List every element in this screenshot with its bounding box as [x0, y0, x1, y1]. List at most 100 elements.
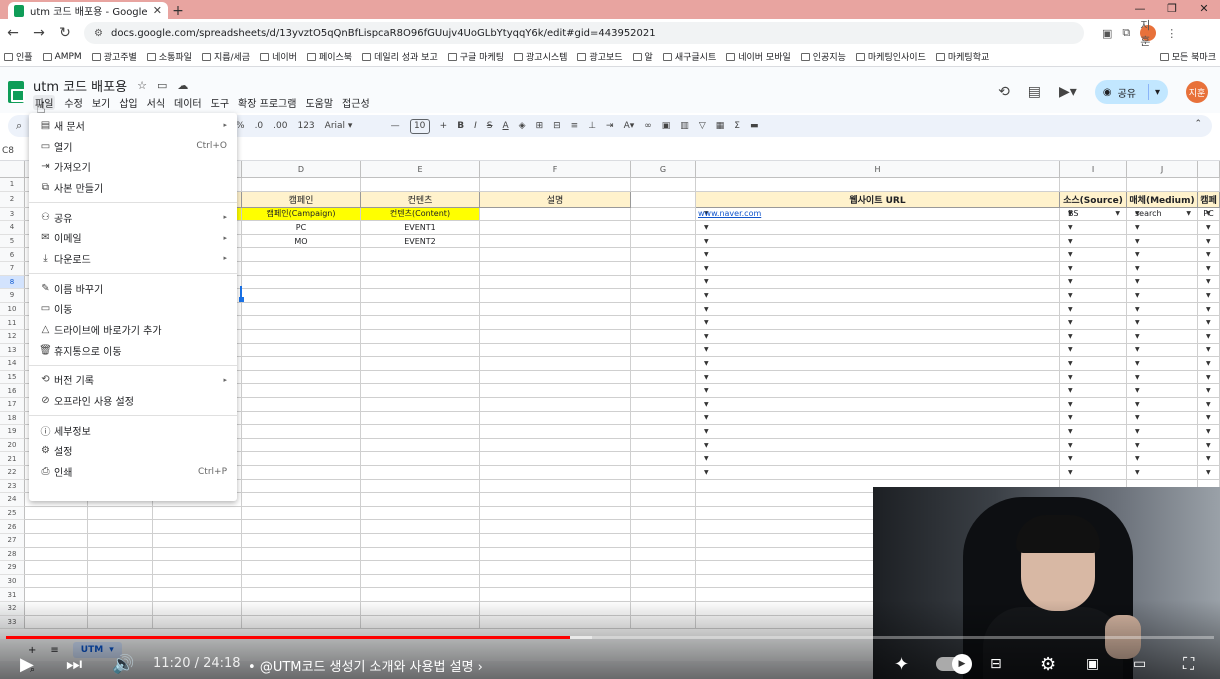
dropdown-arrow-icon[interactable]: ▼ [1135, 387, 1140, 394]
grid-cell[interactable]: ▼ [696, 452, 1060, 466]
grid-cell[interactable] [242, 574, 361, 589]
theater-mode-icon[interactable]: ▭ [1133, 649, 1146, 679]
grid-cell[interactable]: ▼ [1127, 370, 1198, 385]
cloud-icon[interactable]: ☁ [177, 79, 188, 92]
source-dropdown[interactable]: BS ▼ [1060, 207, 1127, 222]
file-menu-item[interactable]: ⊘ 오프라인 사용 설정 [29, 390, 237, 411]
font-size-decrease-icon[interactable]: — [391, 121, 400, 131]
grid-cell[interactable] [1198, 178, 1220, 192]
kebab-menu-icon[interactable]: ⋮ [1166, 27, 1177, 40]
dropdown-arrow-icon[interactable]: ▼ [1068, 238, 1073, 245]
grid-cell[interactable]: ▼ [1127, 425, 1198, 439]
grid-cell[interactable] [88, 520, 153, 534]
dropdown-arrow-icon[interactable]: ▼ [704, 333, 709, 340]
url-input[interactable]: ⚙ docs.google.com/spreadsheets/d/13yvztO… [84, 22, 1084, 44]
row-header[interactable]: 14 [0, 357, 25, 371]
filter-icon[interactable]: ▽ [699, 121, 706, 131]
grid-cell[interactable]: ▼ [696, 384, 1060, 398]
dropdown-arrow-icon[interactable]: ▼ [1068, 428, 1073, 435]
grid-cell[interactable]: ▼ [1127, 438, 1198, 453]
row-header[interactable]: 16 [0, 384, 25, 398]
grid-cell[interactable] [361, 330, 480, 344]
grid-cell[interactable] [631, 330, 696, 344]
grid-cell[interactable]: ▼ [1127, 398, 1198, 412]
grid-cell[interactable] [480, 411, 631, 426]
dropdown-arrow-icon[interactable]: ▼ [1135, 455, 1140, 462]
grid-cell[interactable] [480, 234, 631, 249]
grid-cell[interactable]: ▼ [696, 438, 1060, 453]
grid-cell[interactable]: ▼ [1127, 357, 1198, 371]
grid-cell[interactable]: ▼ [1127, 343, 1198, 358]
grid-cell[interactable] [242, 411, 361, 426]
grid-cell[interactable]: ▼ [1060, 370, 1127, 385]
grid-cell[interactable] [361, 466, 480, 480]
grid-cell[interactable] [631, 438, 696, 453]
grid-cell[interactable] [631, 479, 696, 494]
grid-cell[interactable] [480, 520, 631, 534]
row-header[interactable]: 28 [0, 547, 25, 562]
header-content[interactable]: 컨텐츠 [361, 191, 480, 208]
grid-cell[interactable]: ▼ [1198, 411, 1220, 426]
grid-cell[interactable] [480, 302, 631, 317]
row-header[interactable]: 25 [0, 506, 25, 521]
grid-cell[interactable]: ▼ [1060, 248, 1127, 262]
dropdown-arrow-icon[interactable]: ▼ [1206, 442, 1211, 449]
dropdown-arrow-icon[interactable]: ▼ [1068, 414, 1073, 421]
name-box[interactable]: C8 [2, 146, 14, 156]
grid-cell[interactable] [153, 574, 242, 589]
grid-cell[interactable]: ▼ [1198, 330, 1220, 344]
font-size-increase-icon[interactable]: + [440, 121, 448, 131]
grid-cell[interactable] [480, 178, 631, 192]
grid-cell[interactable] [242, 262, 361, 276]
grid-cell[interactable] [242, 248, 361, 262]
grid-cell[interactable] [631, 534, 696, 548]
dropdown-arrow-icon[interactable]: ▼ [1206, 306, 1211, 313]
grid-cell[interactable] [631, 452, 696, 466]
grid-cell[interactable] [631, 357, 696, 371]
restore-icon[interactable]: ❐ [1156, 0, 1188, 19]
dropdown-arrow-icon[interactable]: ▼ [1206, 346, 1211, 353]
grid-cell[interactable] [242, 289, 361, 303]
grid-cell[interactable] [480, 466, 631, 480]
grid-cell[interactable] [242, 316, 361, 330]
grid-cell[interactable] [480, 547, 631, 562]
grid-cell[interactable] [242, 561, 361, 575]
menu-8[interactable]: 도움말 [305, 95, 333, 110]
bookmark-item[interactable]: 광고주별 [91, 50, 137, 63]
grid-cell[interactable] [25, 547, 88, 562]
grid-cell[interactable] [361, 506, 480, 521]
grid-cell[interactable]: ▼ [1060, 316, 1127, 330]
strikethrough-icon[interactable]: S [487, 121, 493, 131]
dropdown-arrow-icon[interactable]: ▼ [1135, 319, 1140, 326]
grid-cell[interactable] [631, 466, 696, 480]
bookmark-item[interactable]: 새구글시트 [662, 50, 716, 63]
select-all-corner[interactable] [0, 161, 25, 178]
grid-cell[interactable] [361, 547, 480, 562]
grid-cell[interactable] [153, 506, 242, 521]
grid-cell[interactable] [631, 207, 696, 222]
grid-cell[interactable] [25, 588, 88, 602]
dropdown-arrow-icon[interactable]: ▼ [704, 278, 709, 285]
doc-title[interactable]: utm 코드 배포용 [33, 76, 127, 95]
functions-icon[interactable]: Σ [734, 121, 740, 131]
row-header[interactable]: 12 [0, 330, 25, 344]
dropdown-arrow-icon[interactable]: ▼ [1135, 401, 1140, 408]
file-menu-item[interactable]: ⟲ 버전 기록 ▸ [29, 370, 237, 391]
bookmark-item[interactable]: 네이버 [260, 50, 297, 63]
grid-cell[interactable] [631, 615, 696, 630]
bookmark-item[interactable]: 네이버 모바일 [726, 50, 791, 63]
font-size-input[interactable]: 10 [409, 118, 430, 134]
header-medium[interactable]: 매체(Medium) [1127, 191, 1198, 208]
grid-cell[interactable] [361, 275, 480, 290]
grid-cell[interactable]: ▼ [1127, 302, 1198, 317]
campaign-value[interactable]: PC [242, 221, 361, 235]
comment-insert-icon[interactable]: ▣ [662, 121, 671, 131]
bookmark-item[interactable]: 소통파일 [146, 50, 192, 63]
dropdown-arrow-icon[interactable]: ▼ [704, 346, 709, 353]
row-header[interactable]: 20 [0, 438, 25, 453]
grid-cell[interactable]: ▼ [696, 234, 1060, 249]
number-format-button[interactable]: 123 [297, 121, 314, 131]
grid-cell[interactable] [1060, 178, 1127, 192]
grid-cell[interactable] [631, 398, 696, 412]
grid-cell[interactable] [25, 574, 88, 589]
